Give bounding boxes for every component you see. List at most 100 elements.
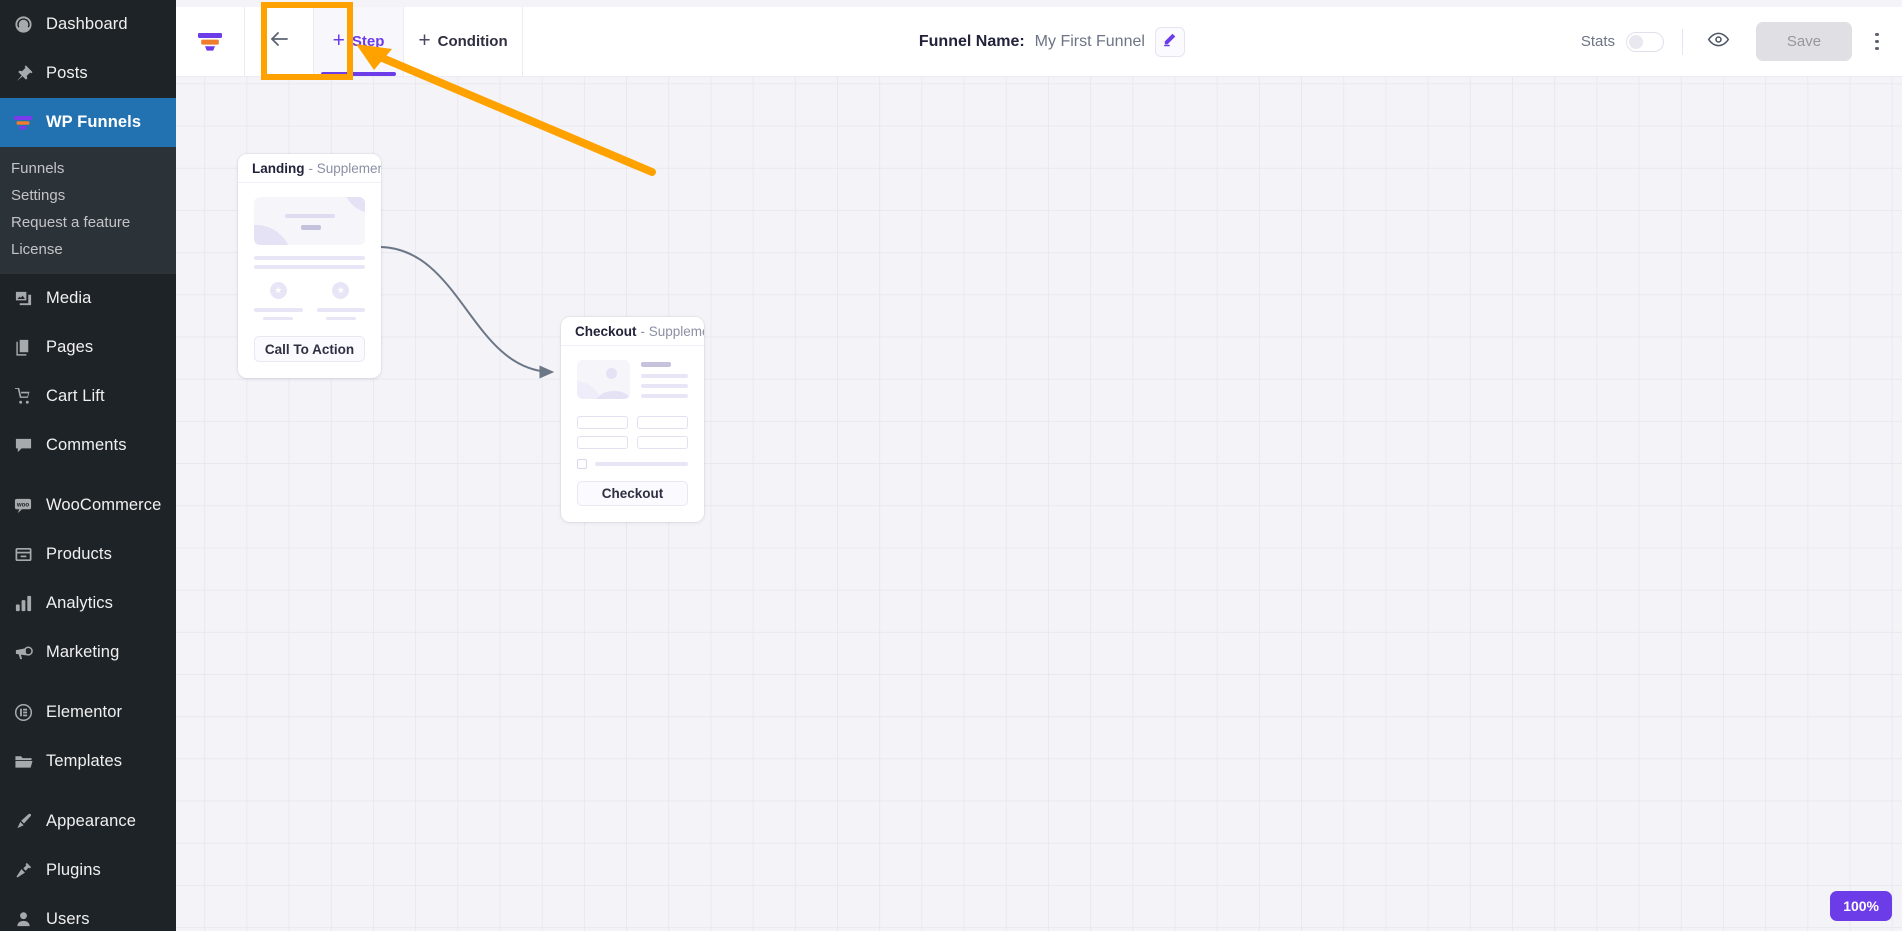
sidebar-item-label: Analytics [46, 594, 113, 612]
node-title: Checkout [575, 323, 637, 339]
feature-line-2 [263, 316, 294, 320]
sidebar-divider [0, 470, 176, 481]
funnel-name-label: Funnel Name: [918, 32, 1025, 50]
funnel-icon [11, 111, 35, 135]
funnel-name-value: My First Funnel [1034, 32, 1145, 50]
sidebar-item-label: Media [46, 289, 92, 307]
sidebar-item-comments[interactable]: Comments [0, 421, 176, 470]
stats-toggle[interactable] [1626, 31, 1664, 52]
sidebar-item-label: Marketing [46, 643, 120, 661]
sidebar-item-users[interactable]: Users [0, 895, 176, 931]
sidebar-item-appearance[interactable]: Appearance [0, 797, 176, 846]
sidebar-item-products[interactable]: Products [0, 530, 176, 579]
sidebar-item-plugins[interactable]: Plugins [0, 846, 176, 895]
form-field-placeholder [637, 416, 688, 429]
checkout-button[interactable]: Checkout [577, 481, 688, 506]
form-field-placeholder [577, 436, 628, 449]
media-icon [11, 287, 35, 311]
toolbar-divider [1682, 28, 1683, 55]
sidebar-item-templates[interactable]: Templates [0, 737, 176, 786]
hero-line-2 [301, 225, 321, 230]
sidebar-item-pages[interactable]: Pages [0, 323, 176, 372]
add-step-label: Step [351, 33, 385, 50]
plug-icon [11, 859, 35, 883]
hero-blob-right [343, 197, 365, 213]
wp-admin-funnel-builder: Dashboard Posts WP Funnels Funnels Setti… [0, 0, 1902, 931]
sidebar-item-label: Comments [46, 436, 127, 454]
node-header: Landing - Supplement La... [238, 154, 381, 183]
dashboard-icon [11, 13, 35, 37]
sidebar-item-label: Dashboard [46, 15, 128, 33]
sidebar-item-analytics[interactable]: Analytics [0, 579, 176, 628]
product-image-placeholder [577, 360, 630, 399]
funnel-name-group: Funnel Name: My First Funnel [918, 26, 1185, 57]
sidebar-item-wp-funnels[interactable]: WP Funnels [0, 98, 176, 147]
eye-icon [1707, 28, 1730, 56]
user-icon [11, 908, 35, 931]
megaphone-icon [11, 641, 35, 665]
sidebar-item-posts[interactable]: Posts [0, 49, 176, 98]
add-condition-label: Condition [437, 33, 508, 50]
brush-icon [11, 810, 35, 834]
checkout-summary-row [577, 360, 688, 404]
sidebar-item-label: Posts [46, 64, 88, 82]
checkout-form-fields [577, 416, 688, 449]
toolbar-center: Funnel Name: My First Funnel [523, 7, 1581, 76]
funnel-node-landing[interactable]: Landing - Supplement La... ★ [238, 154, 381, 378]
sidebar-subitem-license[interactable]: License [0, 236, 176, 263]
sidebar-item-cart-lift[interactable]: Cart Lift [0, 372, 176, 421]
zoom-level-badge[interactable]: 100% [1830, 891, 1892, 921]
image-sun-shape [606, 368, 617, 379]
sidebar-item-elementor[interactable]: Elementor [0, 688, 176, 737]
save-button[interactable]: Save [1756, 22, 1852, 61]
sidebar-item-label: Plugins [46, 861, 101, 879]
add-condition-button[interactable]: + Condition [404, 7, 523, 76]
node-title: Landing [252, 160, 305, 176]
sidebar-item-label: Elementor [46, 703, 123, 721]
node-preview-body: ★ ★ Call To Action [238, 183, 381, 378]
sidebar-item-marketing[interactable]: Marketing [0, 628, 176, 677]
pencil-icon [1162, 32, 1177, 52]
elementor-icon [11, 701, 35, 725]
feature-line-1 [316, 308, 365, 312]
checkbox-placeholder [577, 459, 587, 469]
sidebar-item-media[interactable]: Media [0, 274, 176, 323]
sidebar-item-label: Templates [46, 752, 123, 770]
feature-line-1 [254, 308, 303, 312]
funnel-canvas[interactable] [176, 0, 1902, 931]
sidebar-item-label: Pages [46, 338, 94, 356]
comment-icon [11, 434, 35, 458]
kebab-dot [1875, 32, 1879, 37]
more-vertical-icon[interactable] [1866, 25, 1888, 59]
sidebar-item-label: WP Funnels [46, 113, 142, 131]
analytics-icon [11, 592, 35, 616]
sidebar-item-label: Products [46, 545, 112, 563]
feature-column: ★ [316, 282, 365, 320]
hero-placeholder [254, 197, 365, 245]
sidebar-subitem-request-a-feature[interactable]: Request a feature [0, 209, 176, 236]
toolbar-right-group: Stats Save [1581, 7, 1902, 76]
product-line [641, 384, 688, 388]
node-subtitle: - Supplement C... [640, 323, 704, 339]
funnel-node-checkout[interactable]: Checkout - Supplement C... [561, 317, 704, 522]
sidebar-subitem-funnels[interactable]: Funnels [0, 155, 176, 182]
preview-button[interactable] [1701, 28, 1736, 56]
plus-icon: + [418, 29, 431, 52]
feature-columns: ★ ★ [254, 282, 365, 320]
cart-icon [11, 385, 35, 409]
sidebar-submenu-wp-funnels: Funnels Settings Request a feature Licen… [0, 147, 176, 274]
product-line [641, 394, 688, 398]
sidebar-item-woocommerce[interactable]: woo WooCommerce [0, 481, 176, 530]
folder-icon [11, 750, 35, 774]
feature-column: ★ [254, 282, 303, 320]
call-to-action-button[interactable]: Call To Action [254, 336, 365, 362]
sidebar-item-label: Users [46, 910, 90, 928]
hero-line-1 [285, 214, 335, 218]
consent-text-line [595, 462, 688, 466]
pin-icon [11, 62, 35, 86]
pages-icon [11, 336, 35, 360]
node-preview-body: Checkout [561, 346, 704, 522]
edit-funnel-name-button[interactable] [1154, 26, 1185, 57]
sidebar-subitem-settings[interactable]: Settings [0, 182, 176, 209]
sidebar-item-dashboard[interactable]: Dashboard [0, 0, 176, 49]
